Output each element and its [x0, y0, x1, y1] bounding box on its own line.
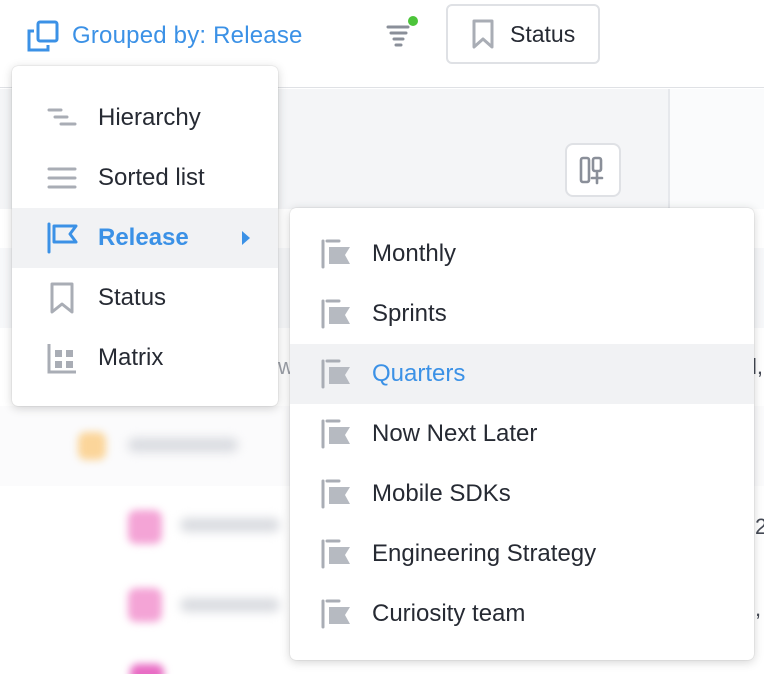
menu-item-status[interactable]: Status [12, 268, 278, 328]
release-option-curiosity-team[interactable]: Curiosity team [290, 584, 754, 644]
add-column-icon [579, 156, 604, 185]
release-option-label: Quarters [372, 360, 466, 387]
menu-item-release[interactable]: Release [12, 208, 278, 268]
release-option-engineering-strategy[interactable]: Engineering Strategy [290, 524, 754, 584]
bookmark-icon [46, 282, 78, 314]
status-button-label: Status [510, 20, 576, 47]
hierarchy-icon [46, 102, 78, 134]
menu-item-label: Sorted list [98, 164, 205, 191]
menu-item-label: Release [98, 224, 189, 251]
release-flag-icon [320, 238, 352, 270]
release-flag-icon [320, 598, 352, 630]
release-option-label: Mobile SDKs [372, 480, 511, 507]
release-option-label: Curiosity team [372, 600, 526, 627]
table-header-right [670, 89, 764, 209]
item-color-dot [128, 588, 162, 622]
menu-item-sorted-list[interactable]: Sorted list [12, 148, 278, 208]
menu-item-matrix[interactable]: Matrix [12, 328, 278, 388]
grouped-by-button[interactable]: Grouped by: Release [26, 18, 303, 54]
release-flag-icon [320, 298, 352, 330]
release-option-label: Sprints [372, 300, 447, 327]
filter-active-indicator [408, 16, 418, 26]
column-divider [668, 89, 670, 209]
release-flag-icon [320, 538, 352, 570]
add-column-button[interactable] [565, 143, 621, 197]
release-flag-icon [320, 478, 352, 510]
group-by-menu: Hierarchy Sorted list Release Status Mat… [12, 66, 278, 406]
matrix-icon [46, 342, 78, 374]
release-option-label: Engineering Strategy [372, 540, 597, 567]
grouped-by-label: Grouped by: Release [72, 22, 303, 49]
menu-item-hierarchy[interactable]: Hierarchy [12, 88, 278, 148]
release-option-quarters[interactable]: Quarters [290, 344, 754, 404]
release-option-sprints[interactable]: Sprints [290, 284, 754, 344]
release-option-label: Now Next Later [372, 420, 538, 447]
group-color-dot [78, 432, 106, 460]
item-color-dot [130, 664, 164, 674]
release-option-monthly[interactable]: Monthly [290, 224, 754, 284]
status-button[interactable]: Status [446, 4, 600, 64]
cell-text: , [755, 596, 762, 621]
group-icon [26, 19, 60, 53]
release-flag-icon [320, 418, 352, 450]
filter-button[interactable] [382, 14, 422, 54]
release-flag-icon [320, 358, 352, 390]
item-color-dot [128, 510, 162, 544]
release-option-now-next-later[interactable]: Now Next Later [290, 404, 754, 464]
menu-item-label: Hierarchy [98, 104, 201, 131]
menu-item-label: Status [98, 284, 167, 311]
menu-item-label: Matrix [98, 344, 164, 371]
submenu-caret-icon [242, 231, 250, 245]
release-submenu: Monthly Sprints Quarters Now Next Later … [290, 208, 754, 660]
list-item [180, 518, 280, 532]
list-item [128, 438, 238, 452]
release-option-mobile-sdks[interactable]: Mobile SDKs [290, 464, 754, 524]
list-icon [46, 162, 78, 194]
bookmark-icon [472, 19, 494, 49]
list-item [180, 598, 280, 612]
release-option-label: Monthly [372, 240, 457, 267]
cell-text: 2 [755, 514, 764, 539]
release-flag-icon [46, 222, 78, 254]
